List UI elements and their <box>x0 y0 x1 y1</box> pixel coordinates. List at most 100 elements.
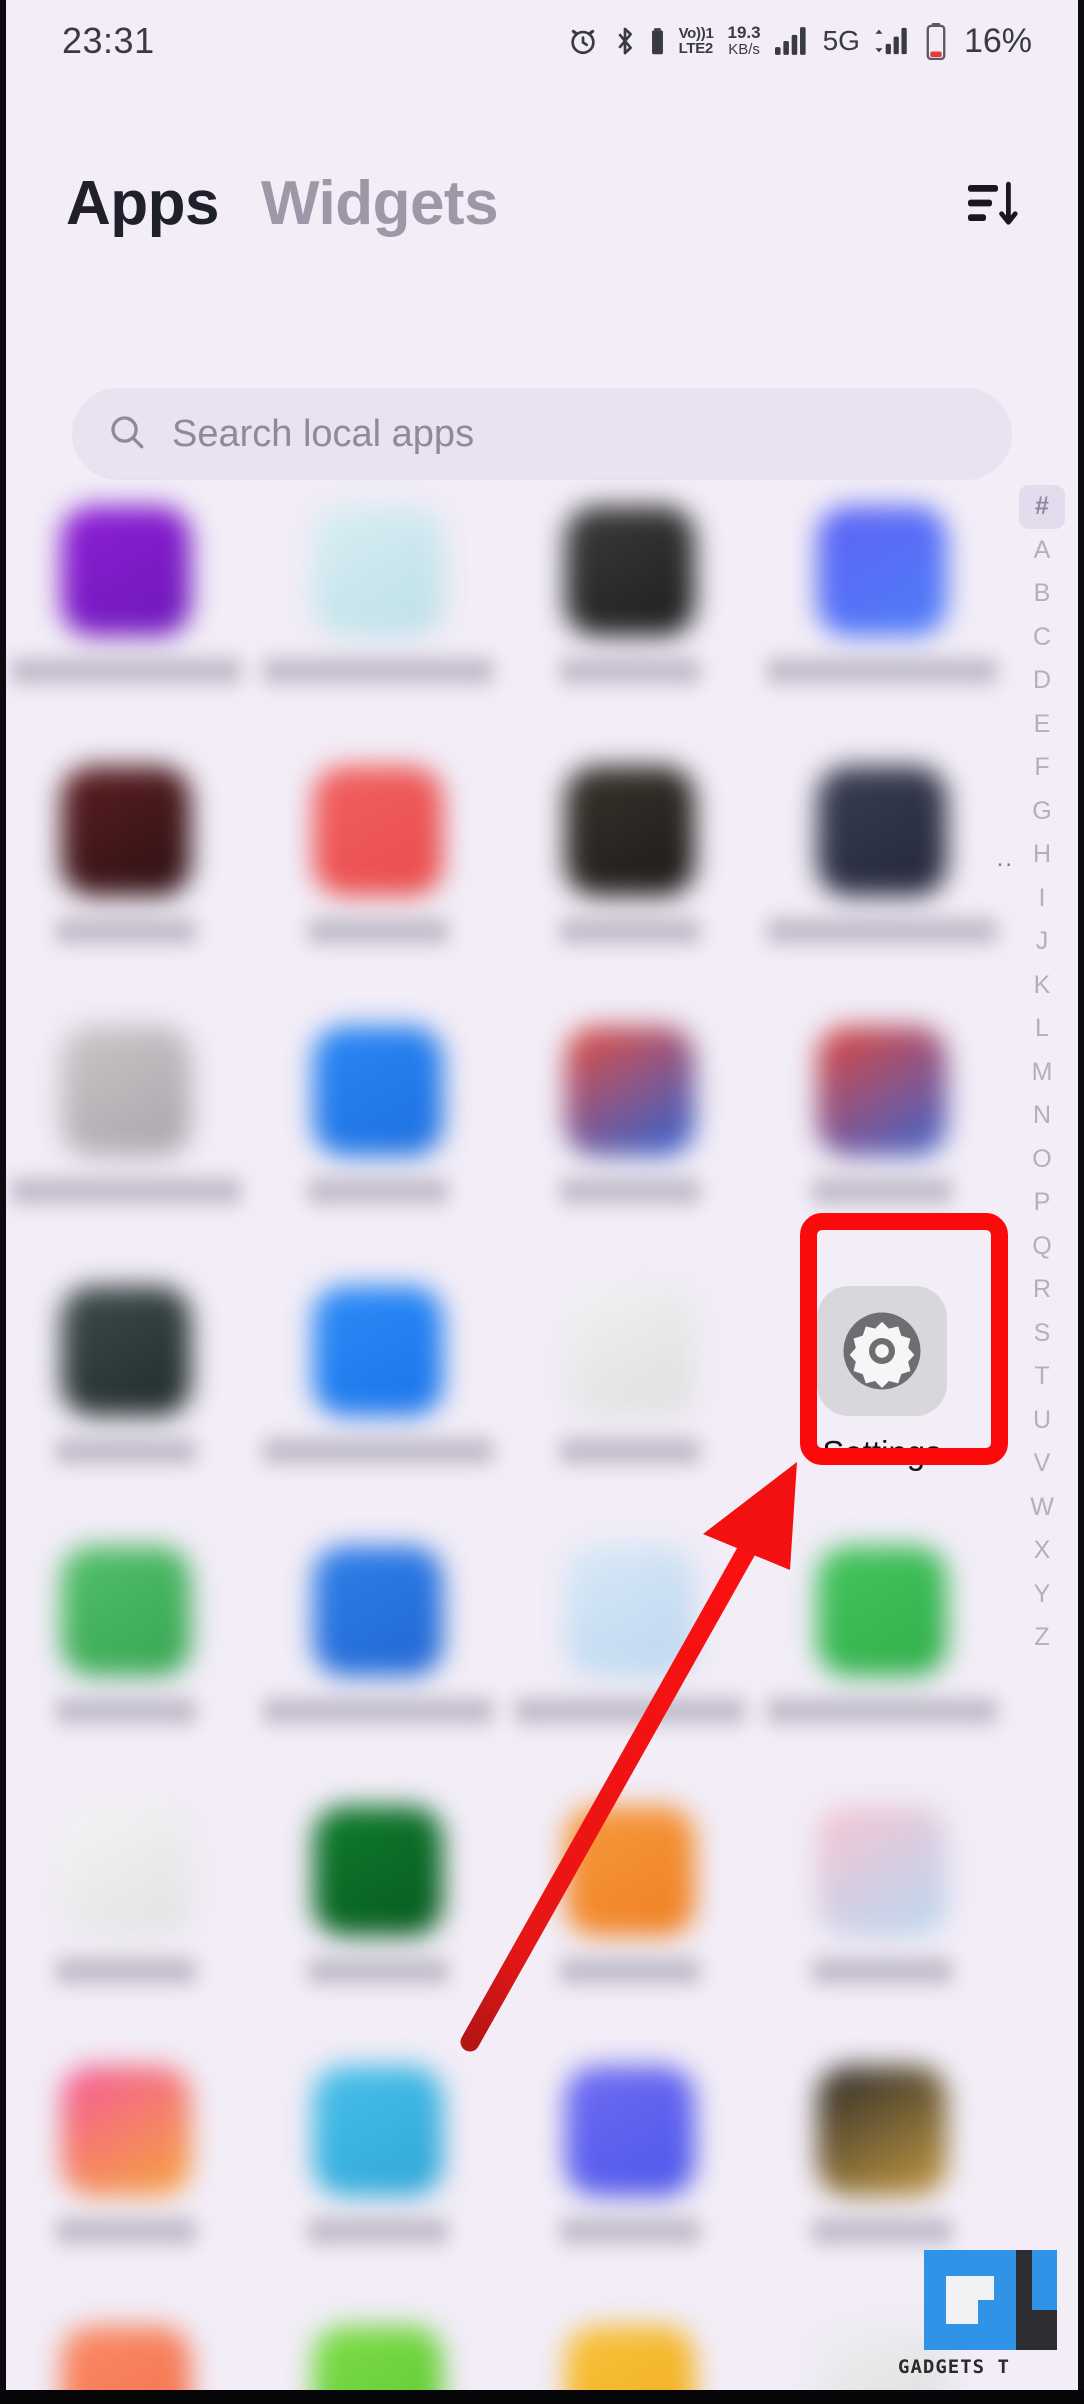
app-icon-cell[interactable] <box>252 498 504 758</box>
app-icon-glyph <box>313 506 443 636</box>
alphabet-index-i[interactable]: I <box>1019 877 1065 921</box>
alphabet-index-g[interactable]: G <box>1019 790 1065 834</box>
app-icon-glyph <box>565 1026 695 1156</box>
tab-apps[interactable]: Apps <box>66 168 220 239</box>
alphabet-index-v[interactable]: V <box>1019 1442 1065 1486</box>
alphabet-index-u[interactable]: U <box>1019 1399 1065 1443</box>
screen-edge-right <box>1078 0 1084 2404</box>
app-label <box>560 658 700 684</box>
alphabet-index-h[interactable]: H <box>1019 833 1065 877</box>
alphabet-index-t[interactable]: T <box>1019 1355 1065 1399</box>
alphabet-index-y[interactable]: Y <box>1019 1573 1065 1617</box>
app-icon-glyph <box>61 506 191 636</box>
alphabet-index-k[interactable]: K <box>1019 964 1065 1008</box>
app-icon-cell[interactable] <box>252 1278 504 1538</box>
app-label <box>56 1958 196 1984</box>
app-icon-cell[interactable] <box>252 1538 504 1798</box>
app-icon-settings[interactable]: Settings <box>756 1278 1008 1538</box>
app-icon-cell[interactable] <box>756 498 1008 758</box>
app-icon-cell[interactable] <box>756 758 1008 1018</box>
app-icon-glyph <box>817 1546 947 1676</box>
alphabet-index-b[interactable]: B <box>1019 572 1065 616</box>
app-label <box>308 1958 448 1984</box>
app-icon-glyph <box>565 2066 695 2196</box>
app-icon-cell[interactable] <box>0 2058 252 2318</box>
scroll-indicator-dots: .. <box>996 845 1014 872</box>
app-icon-cell[interactable] <box>252 758 504 1018</box>
alphabet-index-x[interactable]: X <box>1019 1529 1065 1573</box>
tab-widgets[interactable]: Widgets <box>261 168 499 239</box>
alarm-clock-icon <box>566 24 600 58</box>
app-label <box>812 1178 952 1204</box>
app-icon-cell[interactable] <box>504 1018 756 1278</box>
app-icon-cell[interactable] <box>0 758 252 1018</box>
sort-descending-icon[interactable] <box>956 167 1028 239</box>
app-icon-glyph <box>565 1546 695 1676</box>
app-icon-cell[interactable] <box>504 2058 756 2318</box>
app-icon-cell[interactable] <box>756 1538 1008 1798</box>
app-icon-cell[interactable] <box>0 498 252 758</box>
alphabet-index-n[interactable]: N <box>1019 1094 1065 1138</box>
app-icon-cell[interactable] <box>504 498 756 758</box>
alphabet-index-l[interactable]: L <box>1019 1007 1065 1051</box>
app-icon-glyph <box>61 1026 191 1156</box>
alphabet-index-o[interactable]: O <box>1019 1138 1065 1182</box>
app-icon-cell[interactable] <box>504 758 756 1018</box>
alphabet-index-hash[interactable]: # <box>1019 485 1065 529</box>
app-icon-glyph <box>313 766 443 896</box>
app-icon-cell[interactable] <box>0 1018 252 1278</box>
app-icon-cell[interactable] <box>504 1278 756 1538</box>
alphabet-index-q[interactable]: Q <box>1019 1225 1065 1269</box>
app-grid-row <box>0 1798 1010 2058</box>
alphabet-index-w[interactable]: W <box>1019 1486 1065 1530</box>
header-tabs: Apps Widgets <box>0 148 1084 258</box>
signal-bars-icon-2 <box>874 26 912 56</box>
app-label <box>767 918 997 944</box>
alphabet-index-d[interactable]: D <box>1019 659 1065 703</box>
status-bar: 23:31 Vo))1 LTE2 19.3 KB/s 5G 16% <box>0 0 1084 82</box>
alphabet-index-a[interactable]: A <box>1019 529 1065 573</box>
bottom-bar <box>0 2390 1084 2404</box>
search-bar[interactable]: Search local apps <box>72 388 1012 480</box>
app-icon-cell[interactable] <box>504 1798 756 2058</box>
app-grid-row <box>0 758 1010 1018</box>
alphabet-index-f[interactable]: F <box>1019 746 1065 790</box>
alphabet-index-c[interactable]: C <box>1019 616 1065 660</box>
status-icons: Vo))1 LTE2 19.3 KB/s 5G 16% <box>566 22 1032 61</box>
app-icon-cell[interactable] <box>0 1278 252 1538</box>
app-icon-glyph <box>565 766 695 896</box>
alphabet-index-p[interactable]: P <box>1019 1181 1065 1225</box>
app-label <box>560 1178 700 1204</box>
app-icon-glyph <box>817 1026 947 1156</box>
volte-indicator: Vo))1 LTE2 <box>678 24 714 57</box>
app-icon-glyph <box>817 2066 947 2196</box>
search-input[interactable]: Search local apps <box>172 413 474 456</box>
app-icon-cell[interactable] <box>252 1018 504 1278</box>
alphabet-index-e[interactable]: E <box>1019 703 1065 747</box>
app-icon-cell[interactable] <box>756 1018 1008 1278</box>
bluetooth-icon <box>614 24 636 58</box>
alphabet-index-m[interactable]: M <box>1019 1051 1065 1095</box>
app-icon-glyph <box>313 1026 443 1156</box>
app-icon-cell[interactable] <box>252 2058 504 2318</box>
watermark-text: GADGETS T <box>898 2356 1010 2378</box>
app-icon-cell[interactable] <box>0 1538 252 1798</box>
app-icon-cell[interactable] <box>756 1798 1008 2058</box>
app-label-settings: Settings <box>822 1434 942 1471</box>
watermark-logo: GADGETS T <box>892 2242 1062 2392</box>
alphabet-index-j[interactable]: J <box>1019 920 1065 964</box>
gear-icon <box>817 1286 947 1416</box>
alphabet-index-s[interactable]: S <box>1019 1312 1065 1356</box>
status-clock: 23:31 <box>62 20 155 61</box>
app-label <box>767 1698 997 1724</box>
app-label <box>56 1698 196 1724</box>
app-grid-row: Settings <box>0 1278 1010 1538</box>
app-icon-cell[interactable] <box>504 1538 756 1798</box>
alphabet-index[interactable]: # A B C D E F G H I J K L M N O P Q R S T U V W X Y Z <box>1010 485 1074 1660</box>
app-icon-glyph <box>61 766 191 896</box>
alphabet-index-r[interactable]: R <box>1019 1268 1065 1312</box>
app-icon-cell[interactable] <box>0 1798 252 2058</box>
app-label <box>515 1698 745 1724</box>
alphabet-index-z[interactable]: Z <box>1019 1616 1065 1660</box>
app-icon-cell[interactable] <box>252 1798 504 2058</box>
